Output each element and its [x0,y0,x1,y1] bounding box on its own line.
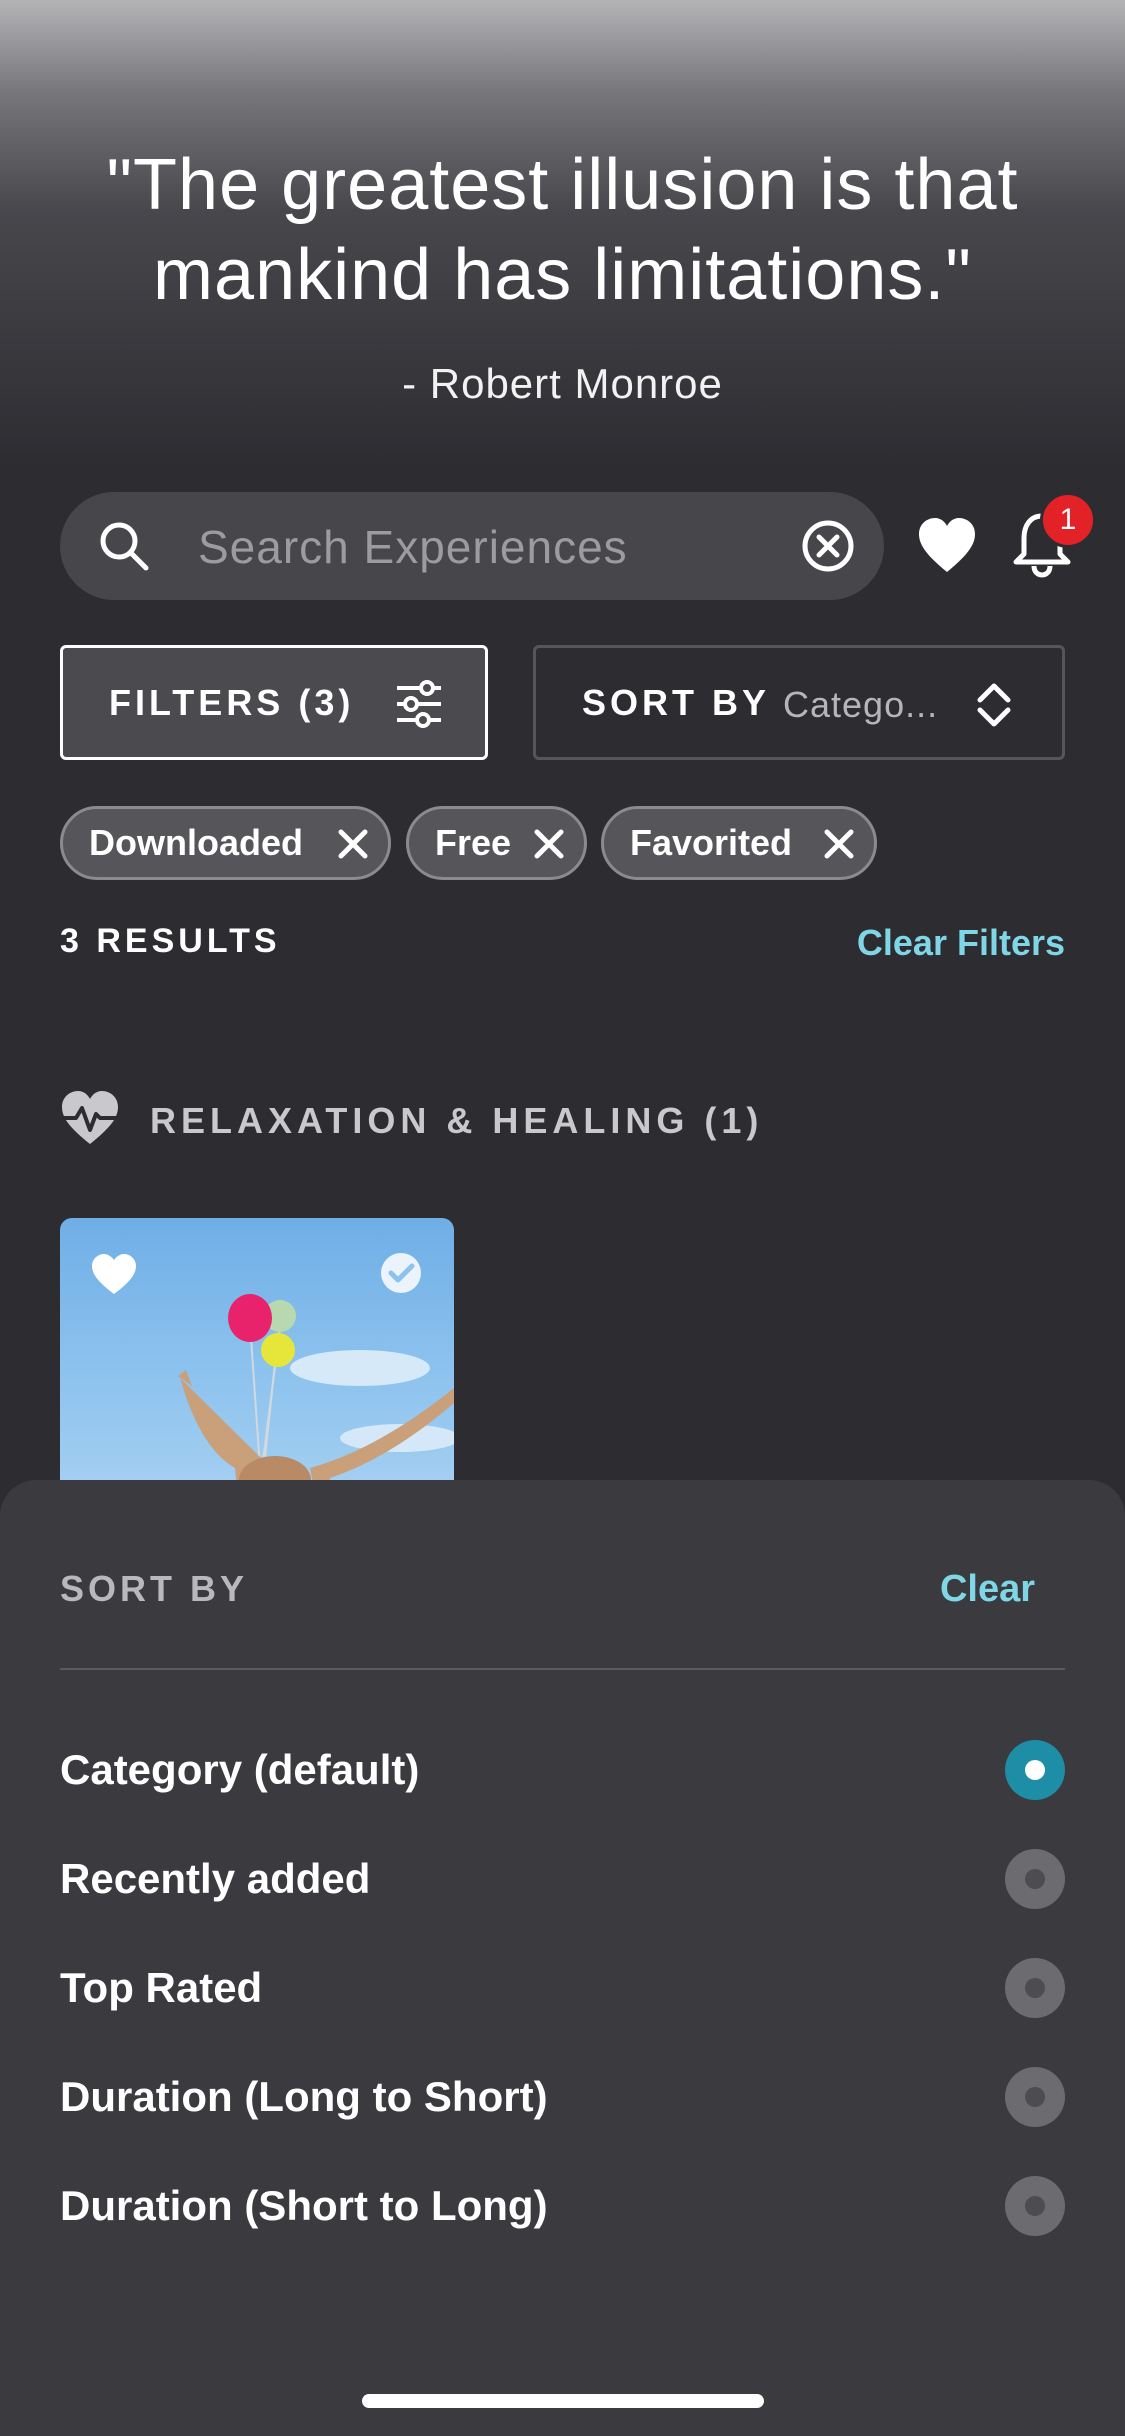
sort-option-category[interactable]: Category (default) [60,1730,1065,1810]
clear-filters-link[interactable]: Clear Filters [857,922,1065,964]
chip-label: Downloaded [89,822,303,863]
sliders-icon [397,680,441,728]
radio-unselected[interactable] [1005,1958,1065,2018]
results-count: 3 RESULTS [60,922,281,960]
close-icon[interactable] [338,829,368,859]
sort-option-duration-short-long[interactable]: Duration (Short to Long) [60,2166,1065,2246]
clear-search-icon[interactable] [796,514,860,578]
radio-unselected[interactable] [1005,2067,1065,2127]
sort-by-label: SORT BY [582,682,771,723]
filters-button[interactable]: FILTERS (3) [60,645,488,760]
sort-by-value: Catego... [783,684,939,725]
option-label: Category (default) [60,1746,420,1793]
sort-option-duration-long-short[interactable]: Duration (Long to Short) [60,2057,1065,2137]
sheet-title: SORT BY [60,1568,249,1609]
filter-chip-favorited[interactable]: Favorited [601,806,877,880]
option-label: Top Rated [60,1964,263,2011]
quote-text: "The greatest illusion is that mankind h… [106,145,1019,315]
heart-pulse-icon [60,1091,120,1144]
favorites-heart-icon[interactable] [915,514,979,578]
option-label: Recently added [60,1855,371,1902]
notification-badge: 1 [1040,492,1096,548]
sort-by-button[interactable]: SORT BY Catego... [533,645,1065,760]
search-placeholder: Search Experiences [198,521,628,573]
chevron-up-down-icon [977,683,1011,727]
sheet-clear-button[interactable]: Clear [940,1568,1035,1611]
option-label: Duration (Long to Short) [60,2073,548,2120]
search-icon [100,522,149,571]
app-screen: "The greatest illusion is that mankind h… [0,0,1125,2436]
filters-button-label: FILTERS (3) [109,682,355,723]
option-label: Duration (Short to Long) [60,2182,548,2229]
close-icon[interactable] [534,829,564,859]
sort-bottom-sheet: SORT BY Clear Category (default) Recentl… [0,1480,1125,2436]
divider [60,1668,1065,1670]
favorite-heart-icon[interactable] [90,1252,138,1296]
sort-option-top-rated[interactable]: Top Rated [60,1948,1065,2028]
close-icon[interactable] [824,829,854,859]
radio-unselected[interactable] [1005,1849,1065,1909]
experience-card[interactable] [60,1218,454,1518]
search-input[interactable]: Search Experiences [60,492,884,600]
filter-chip-downloaded[interactable]: Downloaded [60,806,391,880]
chip-label: Free [435,822,512,863]
quote-author: - Robert Monroe [402,360,723,407]
category-title: RELAXATION & HEALING (1) [150,1100,764,1141]
radio-selected[interactable] [1005,1740,1065,1800]
downloaded-check-icon [381,1253,421,1293]
home-indicator[interactable] [362,2394,764,2408]
sort-option-recently-added[interactable]: Recently added [60,1839,1065,1919]
chip-label: Favorited [630,822,793,863]
radio-unselected[interactable] [1005,2176,1065,2236]
filter-chip-free[interactable]: Free [406,806,587,880]
